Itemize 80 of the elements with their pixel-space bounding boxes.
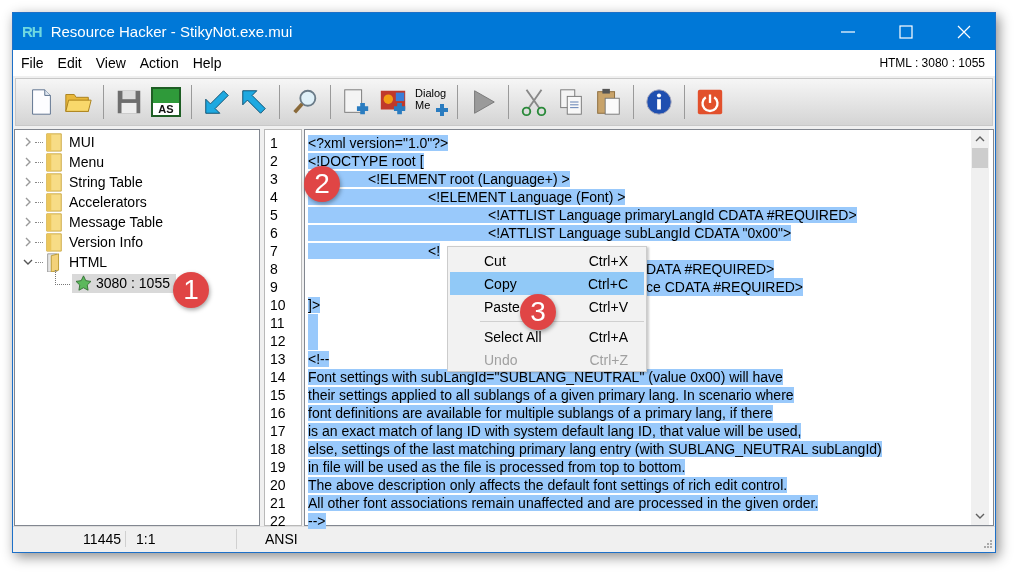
line-number: 1 — [270, 134, 279, 152]
line-number: 4 — [270, 188, 279, 206]
menubar-entry[interactable]: View — [95, 55, 126, 71]
status-size: 11445 — [82, 531, 121, 547]
tree-item[interactable]: Menu — [69, 154, 105, 170]
expand-icon[interactable] — [23, 157, 33, 167]
menubar-entry[interactable]: Action — [139, 55, 179, 71]
arrow-icon[interactable] — [202, 87, 232, 117]
line-number: 16 — [270, 404, 287, 422]
line-number: 15 — [270, 386, 287, 404]
line-number: 14 — [270, 368, 287, 386]
context-menu-item[interactable]: Cut — [484, 252, 506, 269]
line-number: 20 — [270, 476, 287, 494]
tree-item[interactable]: Message Table — [69, 214, 163, 230]
app-logo: RH — [22, 23, 42, 40]
window-title: Resource Hacker - StikyNot.exe.mui — [50, 23, 293, 40]
shortcut-label: Ctrl+C — [587, 275, 628, 292]
line-number: 10 — [270, 296, 287, 314]
shortcut-label: Ctrl+A — [588, 328, 628, 345]
add-dialog-button[interactable]: Dialog Me — [415, 87, 447, 117]
context-menu-item[interactable]: Select All — [484, 328, 542, 345]
shortcut-label: Ctrl+X — [588, 252, 628, 269]
context-menu-item[interactable]: Copy — [484, 275, 517, 292]
line-number: 9 — [270, 278, 279, 296]
menubar-entry[interactable]: Help — [192, 55, 222, 71]
scroll-down-icon[interactable] — [975, 511, 985, 521]
line-number: 3 — [270, 170, 279, 188]
arrow-icon[interactable] — [239, 87, 269, 117]
line-number: 12 — [270, 332, 287, 350]
expand-icon[interactable] — [23, 137, 33, 147]
tree-item[interactable]: MUI — [69, 134, 95, 150]
maximize-icon[interactable] — [897, 22, 915, 41]
save-as-button[interactable]: AS — [151, 87, 181, 117]
menubar-entry[interactable]: Edit — [57, 55, 82, 71]
scissors-icon[interactable] — [519, 87, 549, 117]
line-number: 6 — [270, 224, 279, 242]
tree-item[interactable]: Accelerators — [69, 194, 147, 210]
line-number: 5 — [270, 206, 279, 224]
shortcut-label: Ctrl+Z — [589, 351, 628, 368]
folder-icon — [45, 152, 63, 172]
tree-item[interactable]: Version Info — [69, 234, 143, 250]
folder-icon — [45, 132, 63, 152]
line-number: 8 — [270, 260, 279, 278]
shortcut-label: Ctrl+V — [588, 298, 628, 315]
line-number: 17 — [270, 422, 287, 440]
line-number: 19 — [270, 458, 287, 476]
expand-icon[interactable] — [23, 237, 33, 247]
tree-item[interactable]: String Table — [69, 174, 143, 190]
menubar-entry[interactable]: File — [21, 55, 44, 71]
line-number: 22 — [270, 512, 287, 530]
context-menu-item[interactable]: Paste — [484, 298, 520, 315]
expand-icon[interactable] — [23, 197, 33, 207]
folder-icon — [45, 172, 63, 192]
code-editor[interactable] — [304, 129, 994, 526]
star-icon — [75, 274, 92, 292]
plus-icon — [435, 103, 449, 117]
line-number: 21 — [270, 494, 287, 512]
vertical-scrollbar[interactable] — [971, 130, 989, 525]
collapse-icon[interactable] — [23, 257, 33, 267]
scroll-up-icon[interactable] — [975, 134, 985, 144]
line-number: 11 — [270, 314, 286, 332]
info-icon[interactable] — [644, 87, 674, 117]
line-number: 18 — [270, 440, 287, 458]
tree-item[interactable]: HTML — [69, 254, 108, 270]
line-number: 7 — [270, 242, 279, 260]
status-encoding: ANSI — [264, 531, 298, 547]
folder-icon — [45, 192, 63, 212]
line-number: 13 — [270, 350, 287, 368]
add-resource-icon[interactable] — [341, 87, 371, 117]
resize-grip-icon[interactable] — [983, 539, 993, 549]
scrollbar-thumb[interactable] — [972, 148, 988, 168]
resource-label: HTML : 3080 : 1055 — [879, 56, 985, 70]
power-icon[interactable] — [695, 87, 725, 117]
folder-icon — [45, 212, 63, 232]
line-number: 2 — [270, 152, 279, 170]
expand-icon[interactable] — [23, 177, 33, 187]
expand-icon[interactable] — [23, 217, 33, 227]
status-position: 1:1 — [125, 531, 236, 547]
folder-icon — [45, 232, 63, 252]
tree-item[interactable]: 3080 : 1055 — [72, 273, 176, 293]
